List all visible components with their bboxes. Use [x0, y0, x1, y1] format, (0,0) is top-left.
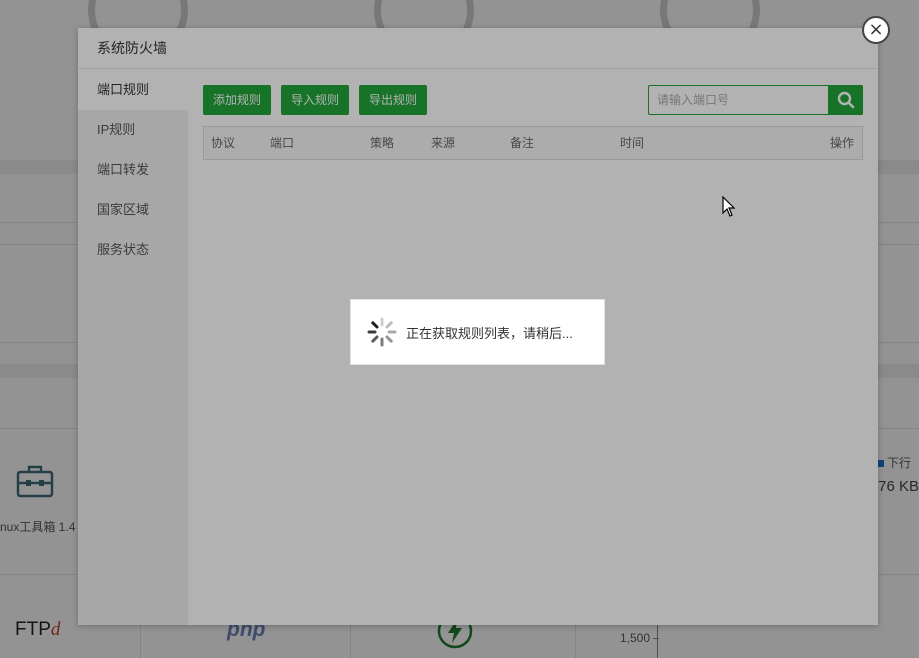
close-icon: ×: [868, 19, 884, 40]
close-button[interactable]: ×: [862, 16, 890, 44]
mouse-cursor-icon: [722, 196, 736, 217]
loading-text: 正在获取规则列表，请稍后...: [406, 325, 573, 341]
loading-dialog: 正在获取规则列表，请稍后...: [350, 299, 605, 365]
spinner-icon: [367, 317, 397, 347]
